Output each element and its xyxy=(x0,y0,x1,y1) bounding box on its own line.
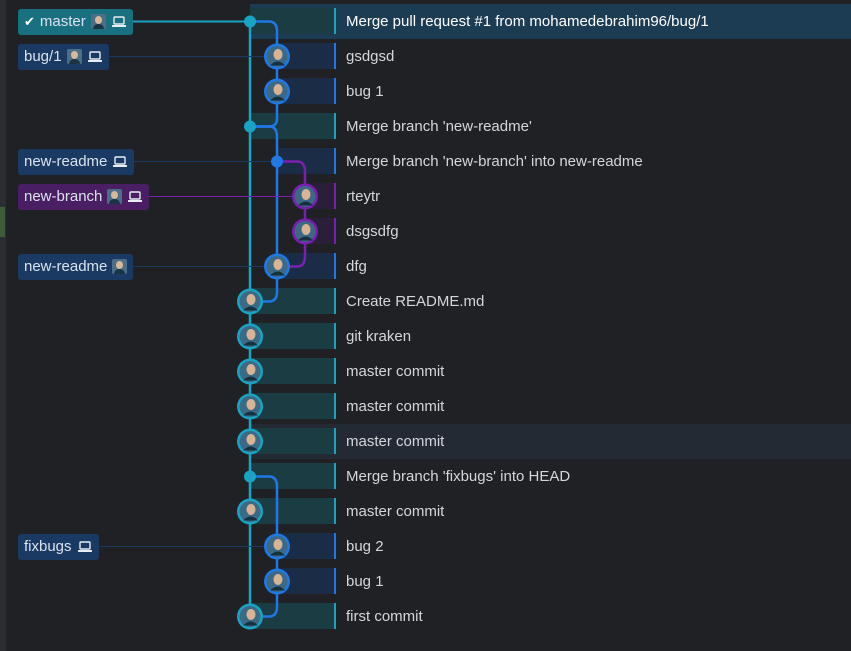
laptop-icon xyxy=(127,190,143,203)
branch-tag-label: bug/1 xyxy=(24,47,62,65)
branch-tag[interactable]: fixbugs xyxy=(18,533,99,560)
branch-tag[interactable]: ✔ master xyxy=(18,8,133,35)
commit-avatar[interactable] xyxy=(237,603,263,630)
checkmark-icon: ✔ xyxy=(24,13,35,29)
branch-tag[interactable]: new-readme xyxy=(18,148,135,175)
commit-avatar[interactable] xyxy=(292,218,318,245)
commit-avatar[interactable] xyxy=(264,568,290,595)
commit-avatar[interactable] xyxy=(237,428,263,455)
commit-avatar[interactable] xyxy=(264,533,290,560)
branch-tag-label: new-readme xyxy=(24,152,108,170)
laptop-icon xyxy=(87,50,103,63)
laptop-icon xyxy=(112,155,128,168)
branch-tag[interactable]: new-branch xyxy=(18,183,150,210)
lane-bug1-line xyxy=(250,20,279,128)
commit-avatar[interactable] xyxy=(264,253,290,280)
lane-new-branch-line xyxy=(277,160,307,268)
branch-tag[interactable]: new-readme xyxy=(18,253,134,280)
commit-avatar[interactable] xyxy=(237,323,263,350)
commit-avatar[interactable] xyxy=(292,183,318,210)
branch-tag-label: new-readme xyxy=(24,257,108,275)
remote-avatar-icon xyxy=(107,189,123,204)
branch-tag[interactable]: bug/1 xyxy=(18,43,109,70)
commit-avatar[interactable] xyxy=(264,43,290,70)
branch-tag-label: new-branch xyxy=(24,187,103,205)
remote-avatar-icon xyxy=(90,14,106,29)
commit-avatar[interactable] xyxy=(237,393,263,420)
laptop-icon xyxy=(77,540,93,553)
commit-avatar[interactable] xyxy=(237,358,263,385)
merge-commit-dot[interactable] xyxy=(244,15,256,28)
merge-commit-dot[interactable] xyxy=(244,470,256,483)
commit-graph: Merge pull request #1 from mohamedebrahi… xyxy=(0,0,851,651)
commit-avatar[interactable] xyxy=(237,288,263,315)
branch-tag-label: fixbugs xyxy=(24,537,72,555)
merge-commit-dot[interactable] xyxy=(271,155,283,168)
graph-lanes xyxy=(100,15,318,630)
branch-tag-label: master xyxy=(39,12,86,30)
laptop-icon xyxy=(111,15,127,28)
commit-avatar[interactable] xyxy=(237,498,263,525)
commit-avatar[interactable] xyxy=(264,78,290,105)
remote-avatar-icon xyxy=(112,259,128,274)
merge-commit-dot[interactable] xyxy=(244,120,256,133)
remote-avatar-icon xyxy=(66,49,82,64)
